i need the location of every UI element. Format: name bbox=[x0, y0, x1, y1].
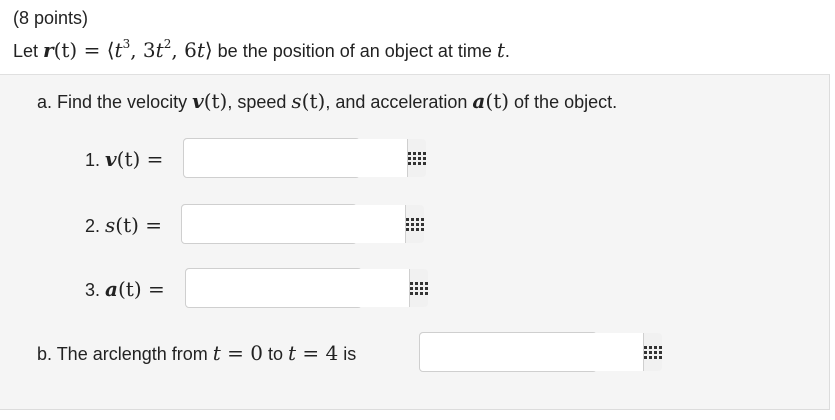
arclength-palette-button[interactable] bbox=[643, 333, 662, 371]
arclength-answer-group bbox=[419, 332, 662, 372]
velocity-answer-group bbox=[183, 138, 426, 178]
grid-icon bbox=[408, 151, 426, 165]
problem-statement: Let r(t) = ⟨t3, 3t2, 6t⟩ be the position… bbox=[13, 37, 510, 62]
arclength-input[interactable] bbox=[420, 333, 643, 371]
part-a-question: a. Find the velocity v(t), speed s(t), a… bbox=[37, 89, 618, 113]
position-function: r(t) = ⟨t3, 3t2, 6t⟩ bbox=[43, 37, 213, 62]
velocity-input[interactable] bbox=[184, 139, 407, 177]
speed-label: 2. s(t) = bbox=[85, 213, 163, 237]
acceleration-answer-group bbox=[185, 268, 428, 308]
speed-answer-group bbox=[181, 204, 424, 244]
grid-icon bbox=[406, 217, 424, 231]
grid-icon bbox=[410, 281, 428, 295]
acceleration-label: 3. a(t) = bbox=[85, 277, 165, 301]
velocity-label: 1. v(t) = bbox=[85, 147, 164, 171]
time-variable: t bbox=[496, 38, 505, 62]
intro-tail: be the position of an object at time bbox=[212, 41, 497, 61]
speed-palette-button[interactable] bbox=[405, 205, 424, 243]
intro-period: . bbox=[504, 41, 510, 61]
points-label: (8 points) bbox=[13, 8, 89, 28]
answer-panel: a. Find the velocity v(t), speed s(t), a… bbox=[0, 74, 830, 410]
acceleration-palette-button[interactable] bbox=[409, 269, 428, 307]
velocity-palette-button[interactable] bbox=[407, 139, 426, 177]
grid-icon bbox=[644, 345, 662, 359]
intro-lead: Let bbox=[13, 41, 44, 61]
speed-input[interactable] bbox=[182, 205, 405, 243]
problem-page: (8 points) Let r(t) = ⟨t3, 3t2, 6t⟩ be t… bbox=[0, 0, 835, 420]
acceleration-input[interactable] bbox=[186, 269, 409, 307]
part-b-question: b. The arclength from t = 0 to t = 4 is bbox=[37, 341, 357, 365]
